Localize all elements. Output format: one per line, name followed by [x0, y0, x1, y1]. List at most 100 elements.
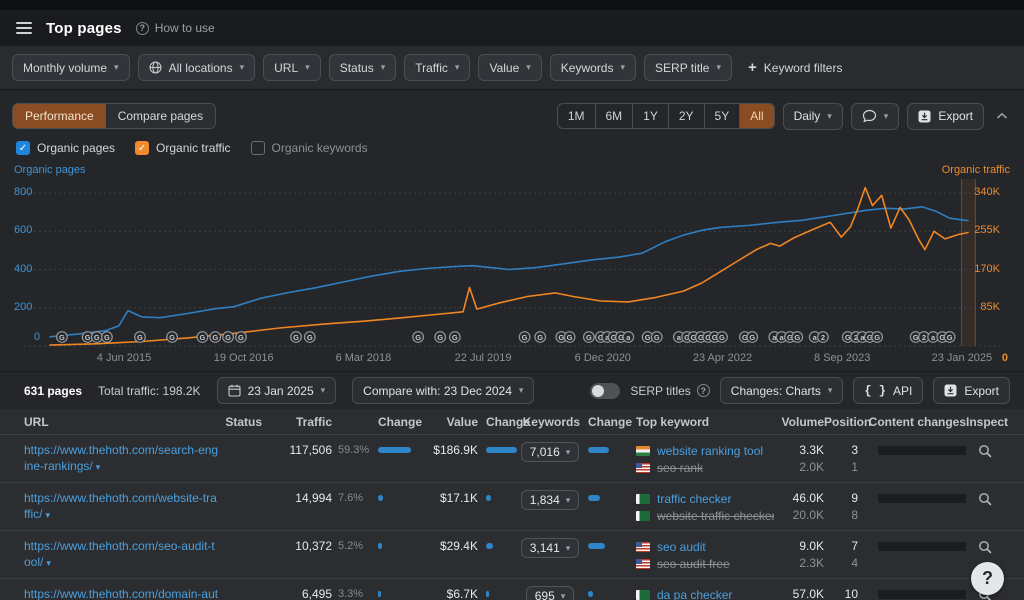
chevron-down-icon: ▾: [321, 386, 326, 395]
keywords-dropdown[interactable]: 7,016▾: [521, 442, 580, 462]
top-keyword-cell: website ranking toolseo rank: [624, 442, 774, 476]
column-header-status[interactable]: Status: [220, 415, 262, 429]
filter-all-locations[interactable]: All locations▾: [138, 54, 256, 81]
floating-help-button[interactable]: ?: [971, 562, 1004, 595]
top-keyword-cell: traffic checker website traffic checker: [624, 490, 774, 524]
keywords-dropdown[interactable]: 1,834▾: [521, 490, 580, 510]
page-url-link[interactable]: https://www.thehoth.com/search-engine-ra…: [24, 442, 220, 474]
inspect-button[interactable]: [966, 490, 1004, 509]
keyword-filters-button[interactable]: + Keyword filters: [748, 59, 842, 76]
compare-date-button[interactable]: Compare with: 23 Dec 2024 ▾: [352, 377, 534, 404]
keyword-volume-cell: 57.0K173.0K: [774, 586, 824, 600]
x-axis-label: 22 Jul 2019: [455, 352, 512, 364]
inspect-icon[interactable]: [978, 492, 992, 506]
column-header-keywords[interactable]: Keywords: [520, 415, 580, 429]
keywords-cell: 1,834▾: [520, 490, 580, 510]
inspect-button[interactable]: [966, 538, 1004, 557]
inspect-button[interactable]: [966, 442, 1004, 461]
tab-performance[interactable]: Performance: [13, 104, 106, 128]
keyword-link[interactable]: seo audit: [657, 540, 706, 554]
chat-bubble-icon: [862, 109, 877, 123]
column-header-content-changes[interactable]: Content changes: [864, 415, 966, 429]
column-header-change[interactable]: Change: [478, 415, 520, 429]
chart-export-label: Export: [938, 109, 973, 123]
svg-text:G: G: [586, 333, 592, 342]
legend-organic-traffic[interactable]: ✓Organic traffic: [135, 141, 230, 155]
collapse-chart-button[interactable]: [992, 109, 1012, 123]
keyword-previous: website traffic checker: [657, 509, 774, 523]
legend-organic-keywords[interactable]: Organic keywords: [251, 141, 368, 155]
content-changes-cell: [864, 490, 966, 503]
column-header-inspect[interactable]: Inspect: [966, 415, 1004, 429]
column-header-position[interactable]: Position: [824, 415, 864, 429]
keyword-link[interactable]: website ranking tool: [657, 444, 763, 458]
column-header-value[interactable]: Value: [416, 415, 478, 429]
filter-url[interactable]: URL▾: [263, 54, 321, 81]
filter-traffic[interactable]: Traffic▾: [404, 54, 470, 81]
keyword-position: 10: [824, 586, 858, 600]
column-header-url[interactable]: URL: [24, 415, 220, 429]
x-axis-label: 19 Oct 2016: [214, 352, 274, 364]
range-all[interactable]: All: [739, 104, 773, 128]
filter-status[interactable]: Status▾: [329, 54, 397, 81]
chart-legend: ✓Organic pages ✓Organic traffic Organic ke…: [16, 141, 1012, 155]
filter-label: URL: [274, 61, 298, 75]
left-axis-tick: 800: [14, 186, 32, 198]
column-header-top-keyword[interactable]: Top keyword: [624, 415, 774, 429]
range-6m[interactable]: 6M: [595, 104, 633, 128]
column-header-change[interactable]: Change: [580, 415, 624, 429]
page-url-link[interactable]: https://www.thehoth.com/seo-audit-tool/▾: [24, 538, 220, 570]
tab-compare-pages[interactable]: Compare pages: [106, 104, 215, 128]
traffic-value: 117,506: [262, 442, 332, 458]
legend-organic-pages[interactable]: ✓Organic pages: [16, 141, 115, 155]
value-change-cell: [478, 490, 520, 501]
chart-toolbar: PerformanceCompare pages 1M6M1Y2Y5YAll D…: [12, 102, 1012, 130]
how-to-use-link[interactable]: ? How to use: [136, 21, 215, 35]
svg-text:G: G: [415, 333, 421, 342]
keyword-link[interactable]: traffic checker: [657, 492, 731, 506]
column-header-volume[interactable]: Volume: [774, 415, 824, 429]
keyword-volume: 2.3K: [774, 555, 824, 572]
keyword-volume-cell: 46.0K20.0K: [774, 490, 824, 524]
chevron-down-icon: ▾: [240, 63, 245, 72]
granularity-dropdown[interactable]: Daily ▾: [783, 103, 843, 130]
range-1y[interactable]: 1Y: [632, 104, 668, 128]
range-5y[interactable]: 5Y: [704, 104, 740, 128]
table-export-button[interactable]: Export: [933, 377, 1010, 404]
x-axis-label: 6 Mar 2018: [336, 352, 392, 364]
serp-titles-toggle[interactable]: [590, 383, 620, 399]
keywords-cell: 3,141▾: [520, 538, 580, 558]
comments-dropdown[interactable]: ▾: [851, 103, 900, 130]
keywords-dropdown[interactable]: 695▾: [526, 586, 575, 600]
range-2y[interactable]: 2Y: [668, 104, 704, 128]
total-traffic: Total traffic: 198.2K: [98, 384, 201, 398]
hamburger-menu-icon[interactable]: [16, 22, 32, 34]
inspect-icon[interactable]: [978, 540, 992, 554]
filter-monthly-volume[interactable]: Monthly volume▾: [12, 54, 130, 81]
column-header-traffic[interactable]: Traffic: [262, 415, 332, 429]
value-change-bar: [486, 447, 517, 453]
svg-text:G: G: [307, 333, 313, 342]
page-url-link[interactable]: https://www.thehoth.com/website-traffic/…: [24, 490, 220, 522]
api-button[interactable]: { } API: [853, 377, 923, 404]
keyword-line: website traffic checker: [636, 507, 774, 524]
page-url-link[interactable]: https://www.thehoth.com/domain-authority…: [24, 586, 220, 600]
keywords-dropdown[interactable]: 3,141▾: [521, 538, 580, 558]
keyword-link[interactable]: da pa checker: [657, 588, 732, 600]
globe-icon: [149, 61, 162, 74]
chart-export-button[interactable]: Export: [907, 103, 984, 130]
column-header-change[interactable]: Change: [370, 415, 416, 429]
inspect-icon[interactable]: [978, 444, 992, 458]
filter-value[interactable]: Value▾: [478, 54, 541, 81]
date-picker-button[interactable]: 23 Jan 2025 ▾: [217, 377, 337, 404]
svg-text:G: G: [794, 333, 800, 342]
changes-display-dropdown[interactable]: Changes: Charts ▾: [720, 377, 844, 404]
chevron-down-icon: ▾: [566, 496, 571, 505]
axis-titles: Organic pages Organic traffic: [12, 164, 1012, 176]
pages-count: 631 pages: [24, 384, 82, 398]
svg-text:G: G: [645, 333, 651, 342]
filter-serp-title[interactable]: SERP title▾: [644, 54, 732, 81]
range-1m[interactable]: 1M: [558, 104, 595, 128]
svg-text:G: G: [845, 333, 851, 342]
filter-keywords[interactable]: Keywords▾: [550, 54, 636, 81]
